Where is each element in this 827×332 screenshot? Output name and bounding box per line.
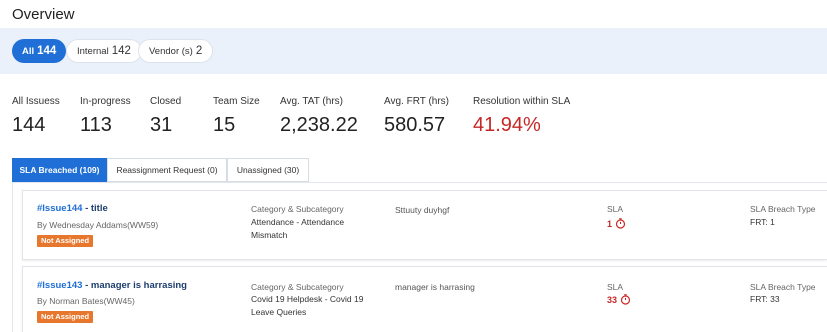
issue-id-link[interactable]: #Issue143 [37, 280, 82, 291]
issue-card[interactable]: #Issue143 - manager is harrasing By Norm… [22, 266, 827, 332]
issue-description: Sttuuty duyhgf [395, 205, 450, 215]
category-label: Category & Subcategory [251, 282, 344, 292]
breach-type-value: FRT: 33 [750, 294, 780, 304]
stat-all-issues: All Issuess 144 [12, 96, 60, 137]
issue-id-link[interactable]: #Issue144 [37, 203, 82, 214]
tab-sla-breached[interactable]: SLA Breached (109) [12, 158, 107, 182]
timer-icon [620, 294, 631, 305]
sla-hours: 1 [607, 218, 613, 229]
stat-value: 15 [213, 114, 236, 136]
status-badge: Not Assigned [37, 235, 94, 247]
filter-bar: All 144 Internal 142 Vendor (s) 2 [0, 28, 827, 74]
stat-in-progress: In-progress 113 [80, 96, 131, 137]
stat-label: Closed [150, 96, 182, 107]
filter-all-label: All [22, 45, 35, 57]
issue-description: manager is harrasing [395, 282, 475, 292]
filter-vendor-count: 2 [195, 45, 203, 57]
stat-label: Avg. TAT (hrs) [280, 96, 343, 107]
filter-all[interactable]: All 144 [12, 39, 67, 63]
breach-type-label: SLA Breach Type [750, 282, 816, 292]
timer-icon [615, 218, 626, 229]
stat-value: 41.94% [473, 114, 541, 136]
stat-value: 113 [80, 114, 112, 136]
issue-title: - manager is harrasing [82, 280, 187, 291]
tab-unassigned[interactable]: Unassigned (30) [227, 158, 309, 182]
issue-reporter: By Wednesday Addams(WW59) [37, 220, 159, 230]
sla-label: SLA [607, 282, 624, 292]
issue-card[interactable]: #Issue144 - title By Wednesday Addams(WW… [22, 190, 827, 260]
breach-type-value: FRT: 1 [750, 217, 775, 227]
stat-value: 31 [150, 114, 173, 136]
filter-internal-count: 142 [111, 45, 131, 57]
category-value: Attendance - Attendance Mismatch [251, 217, 345, 240]
stat-label: All Issuess [12, 96, 60, 107]
issue-heading[interactable]: #Issue143 - manager is harrasing [37, 280, 187, 291]
stat-value: 2,238.22 [280, 114, 358, 136]
stat-avg-frt: Avg. FRT (hrs) 580.57 [384, 96, 449, 137]
filter-all-count: 144 [37, 45, 57, 57]
sla-hours: 33 [607, 294, 618, 305]
stat-closed: Closed 31 [150, 96, 181, 137]
issue-reporter: By Norman Bates(WW45) [37, 296, 135, 306]
filter-internal[interactable]: Internal 142 [66, 39, 142, 63]
status-badge: Not Assigned [37, 311, 94, 323]
stat-label: In-progress [80, 96, 131, 107]
stat-value: 144 [12, 114, 46, 136]
sla-value: 1 [607, 218, 626, 229]
filter-vendor[interactable]: Vendor (s) 2 [138, 39, 214, 63]
stat-value: 580.57 [384, 114, 446, 136]
page-title: Overview [12, 6, 75, 23]
stat-avg-tat: Avg. TAT (hrs) 2,238.22 [280, 96, 358, 137]
tab-reassignment-request[interactable]: Reassignment Request (0) [107, 158, 227, 182]
filter-internal-label: Internal [77, 45, 109, 57]
stat-resolution-within-sla: Resolution within SLA 41.94% [473, 96, 570, 137]
stat-label: Team Size [213, 96, 260, 107]
sla-label: SLA [607, 204, 624, 214]
issue-title: - title [82, 203, 108, 214]
breach-type-label: SLA Breach Type [750, 204, 816, 214]
filter-vendor-label: Vendor (s) [149, 45, 193, 57]
stat-team-size: Team Size 15 [213, 96, 260, 137]
stat-label: Avg. FRT (hrs) [384, 96, 450, 107]
category-label: Category & Subcategory [251, 204, 344, 214]
category-value: Covid 19 Helpdesk - Covid 19 Leave Queri… [251, 294, 364, 317]
issue-heading[interactable]: #Issue144 - title [37, 203, 108, 214]
stat-label: Resolution within SLA [473, 96, 571, 107]
sla-value: 33 [607, 294, 631, 305]
